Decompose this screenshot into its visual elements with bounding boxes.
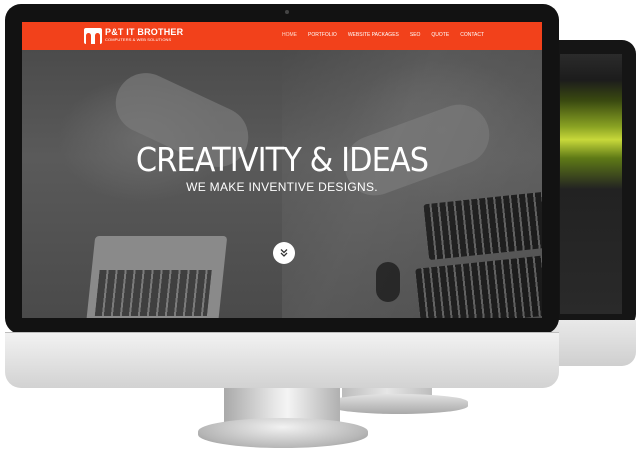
nav-item-portfolio[interactable]: PORTFOLIO <box>308 32 337 38</box>
nav-item-seo[interactable]: SEO <box>410 32 421 38</box>
front-monitor-chin <box>5 332 559 388</box>
photo-laptop <box>84 236 228 318</box>
photo-laptop-keyboard <box>94 270 212 316</box>
nav-item-website-packages[interactable]: WEBSITE PACKAGES <box>348 32 399 38</box>
back-monitor-screen <box>560 54 622 314</box>
logo-mark-icon <box>84 28 102 44</box>
front-monitor-base <box>198 418 368 448</box>
site-logo[interactable]: P&T IT BROTHER COMPUTERS & WEB SOLUTIONS <box>84 27 224 45</box>
double-chevron-down-icon <box>280 249 288 257</box>
logo-name: P&T IT BROTHER <box>105 27 184 37</box>
nav-item-home[interactable]: HOME <box>282 32 297 38</box>
logo-tagline: COMPUTERS & WEB SOLUTIONS <box>105 37 172 42</box>
nav-item-contact[interactable]: CONTACT <box>460 32 484 38</box>
nav-item-quote[interactable]: QUOTE <box>431 32 449 38</box>
hero-title: CREATIVITY & IDEAS <box>135 140 429 179</box>
website-screen: P&T IT BROTHER COMPUTERS & WEB SOLUTIONS… <box>22 22 542 318</box>
hero-subtitle: WE MAKE INVENTIVE DESIGNS. <box>186 180 378 194</box>
back-monitor-base <box>330 394 468 414</box>
main-nav: HOME PORTFOLIO WEBSITE PACKAGES SEO QUOT… <box>282 32 484 38</box>
scroll-down-button[interactable] <box>273 242 295 264</box>
camera-icon <box>285 10 289 14</box>
site-navbar: P&T IT BROTHER COMPUTERS & WEB SOLUTIONS… <box>22 22 542 50</box>
